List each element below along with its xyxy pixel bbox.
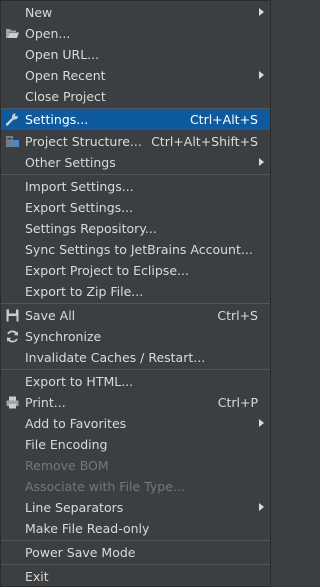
folder-open-icon [5, 26, 20, 41]
menu-item-new-label: New [25, 5, 53, 20]
menu-item-import-settings-label: Import Settings... [25, 179, 134, 194]
sync-icon [5, 329, 20, 344]
menu-item-invalidate-caches-label: Invalidate Caches / Restart... [25, 350, 206, 365]
menu-item-project-structure-shortcut: Ctrl+Alt+Shift+S [151, 134, 258, 149]
menu-item-open-url[interactable]: Open URL... [1, 44, 270, 65]
printer-icon [5, 395, 20, 410]
menu-item-invalidate-caches[interactable]: Invalidate Caches / Restart... [1, 347, 270, 368]
submenu-arrow-icon [259, 419, 264, 427]
menu-item-exit[interactable]: Exit [1, 566, 270, 587]
project-structure-icon [5, 134, 20, 149]
menu-item-save-all[interactable]: Save All Ctrl+S [1, 305, 270, 326]
menu-item-project-structure-label: Project Structure... [25, 134, 142, 149]
separator [1, 564, 270, 565]
menu-item-associate-file-type: Associate with File Type... [1, 476, 270, 497]
submenu-arrow-icon [259, 71, 264, 79]
menu-item-add-favorites[interactable]: Add to Favorites [1, 413, 270, 434]
menu-item-make-read-only-label: Make File Read-only [25, 521, 150, 536]
menu-item-project-structure[interactable]: Project Structure... Ctrl+Alt+Shift+S [1, 131, 270, 152]
menu-item-settings-repository[interactable]: Settings Repository... [1, 218, 270, 239]
menu-item-sync-settings[interactable]: Sync Settings to JetBrains Account... [1, 239, 270, 260]
submenu-arrow-icon [259, 8, 264, 16]
menu-item-remove-bom-label: Remove BOM [25, 458, 109, 473]
menu-item-line-separators-label: Line Separators [25, 500, 124, 515]
menu-item-open-url-label: Open URL... [25, 47, 100, 62]
menu-item-file-encoding[interactable]: File Encoding [1, 434, 270, 455]
menu-item-export-zip[interactable]: Export to Zip File... [1, 281, 270, 302]
menu-item-export-html-label: Export to HTML... [25, 374, 134, 389]
menu-item-print-shortcut: Ctrl+P [217, 395, 258, 410]
menu-item-open-recent[interactable]: Open Recent [1, 65, 270, 86]
menu-item-save-all-label: Save All [25, 308, 76, 323]
menu-item-export-settings-label: Export Settings... [25, 200, 134, 215]
submenu-arrow-icon [259, 503, 264, 511]
menu-item-settings-label: Settings... [25, 112, 89, 127]
menu-item-save-all-shortcut: Ctrl+S [217, 308, 258, 323]
menu-item-make-read-only[interactable]: Make File Read-only [1, 518, 270, 539]
menu-item-line-separators[interactable]: Line Separators [1, 497, 270, 518]
menu-item-export-html[interactable]: Export to HTML... [1, 371, 270, 392]
separator [1, 540, 270, 541]
menu-item-associate-file-type-label: Associate with File Type... [25, 479, 185, 494]
menu-item-open-label: Open... [25, 26, 71, 41]
menu-item-export-zip-label: Export to Zip File... [25, 284, 144, 299]
menu-item-synchronize[interactable]: Synchronize [1, 326, 270, 347]
menu-item-add-favorites-label: Add to Favorites [25, 416, 127, 431]
menu-item-print[interactable]: Print... Ctrl+P [1, 392, 270, 413]
menu-item-settings[interactable]: Settings... Ctrl+Alt+S [1, 109, 270, 130]
menu-item-export-eclipse-label: Export Project to Eclipse... [25, 263, 189, 278]
save-icon [5, 308, 20, 323]
menu-item-print-label: Print... [25, 395, 66, 410]
menu-item-close-project-label: Close Project [25, 89, 106, 104]
separator [1, 303, 270, 304]
menu-item-open-recent-label: Open Recent [25, 68, 106, 83]
menu-item-import-settings[interactable]: Import Settings... [1, 176, 270, 197]
wrench-icon [5, 112, 20, 127]
menu-item-settings-repository-label: Settings Repository... [25, 221, 157, 236]
menu-item-file-encoding-label: File Encoding [25, 437, 108, 452]
menu-item-export-eclipse[interactable]: Export Project to Eclipse... [1, 260, 270, 281]
menu-item-new[interactable]: New [1, 2, 270, 23]
menu-item-power-save-mode-label: Power Save Mode [25, 545, 136, 560]
menu-item-sync-settings-label: Sync Settings to JetBrains Account... [25, 242, 253, 257]
submenu-arrow-icon [259, 158, 264, 166]
menu-item-exit-label: Exit [25, 569, 49, 584]
menu-item-synchronize-label: Synchronize [25, 329, 102, 344]
file-menu: New Open... Open URL... Open Recent Clos… [0, 0, 271, 587]
menu-item-close-project[interactable]: Close Project [1, 86, 270, 107]
separator [1, 369, 270, 370]
menu-item-settings-shortcut: Ctrl+Alt+S [189, 112, 258, 127]
menu-item-open[interactable]: Open... [1, 23, 270, 44]
separator [1, 174, 270, 175]
menu-item-other-settings-label: Other Settings [25, 155, 116, 170]
menu-item-remove-bom: Remove BOM [1, 455, 270, 476]
menu-item-other-settings[interactable]: Other Settings [1, 152, 270, 173]
menu-item-power-save-mode[interactable]: Power Save Mode [1, 542, 270, 563]
menu-item-export-settings[interactable]: Export Settings... [1, 197, 270, 218]
